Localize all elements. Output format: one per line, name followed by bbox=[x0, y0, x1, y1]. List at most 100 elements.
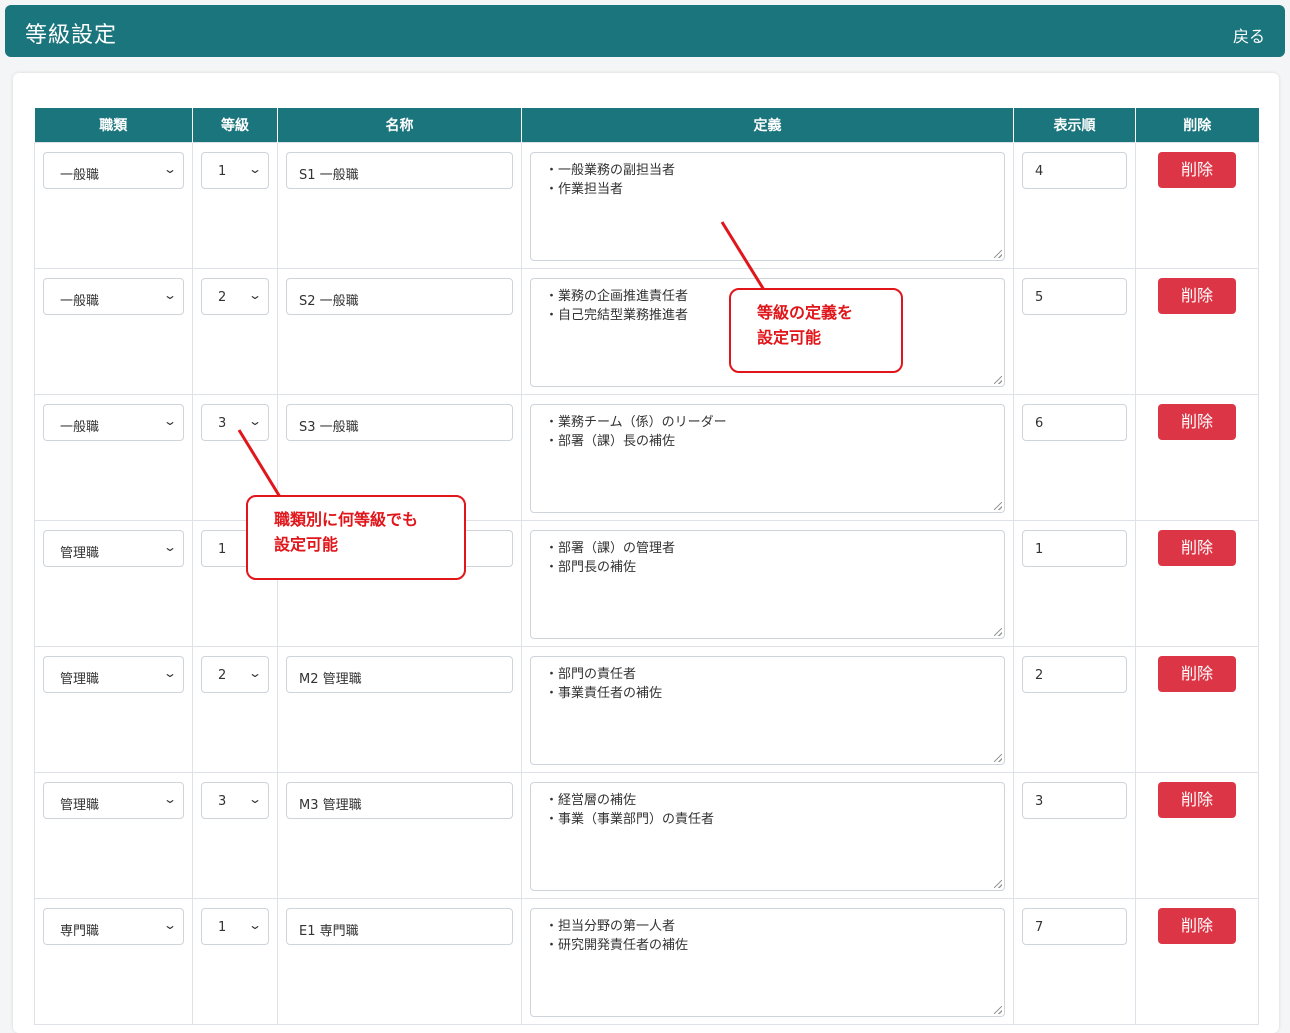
name-input[interactable]: S1 一般職 bbox=[286, 151, 513, 189]
chevron-down-icon: ⌄ bbox=[162, 539, 178, 554]
header-definition: 定義 bbox=[521, 108, 1014, 142]
grade-table: 職類 等級 名称 定義 表示順 削除 一般職 ⌄ 1 ⌄ S1 一般職 ・一般業務の… bbox=[34, 108, 1259, 1025]
delete-button[interactable]: 削除 bbox=[1158, 151, 1236, 188]
display-order-value: 6 bbox=[1035, 415, 1044, 431]
grades-callout: 職類別に何等級でも 設定可能 bbox=[246, 495, 466, 580]
delete-button[interactable]: 削除 bbox=[1158, 403, 1236, 440]
chevron-down-icon: ⌄ bbox=[162, 917, 178, 932]
name-input[interactable]: S3 一般職 bbox=[286, 403, 513, 441]
chevron-down-icon: ⌄ bbox=[247, 413, 263, 428]
definition-textarea[interactable]: ・担当分野の第一人者 ・研究開発責任者の補佐 bbox=[530, 907, 1005, 1017]
resize-handle-icon[interactable] bbox=[994, 1005, 1002, 1014]
category-select[interactable]: 一般職 ⌄ bbox=[43, 277, 184, 315]
resize-handle-icon[interactable] bbox=[994, 879, 1002, 888]
delete-button[interactable]: 削除 bbox=[1158, 529, 1236, 566]
grade-select[interactable]: 3 ⌄ bbox=[201, 781, 269, 819]
page-title: 等級設定 bbox=[25, 23, 118, 48]
header-delete: 削除 bbox=[1135, 108, 1259, 142]
delete-button[interactable]: 削除 bbox=[1158, 277, 1236, 314]
table-row: 管理職 ⌄ 3 ⌄ M3 管理職 ・経営層の補佐 ・事業（事業部門）の責任者 3 削除 bbox=[34, 771, 1259, 899]
category-select[interactable]: 専門職 ⌄ bbox=[43, 907, 184, 945]
category-value: 管理職 bbox=[60, 671, 100, 687]
chevron-down-icon: ⌄ bbox=[247, 161, 263, 176]
chevron-down-icon: ⌄ bbox=[247, 665, 263, 680]
chevron-down-icon: ⌄ bbox=[162, 665, 178, 680]
category-value: 一般職 bbox=[60, 167, 100, 183]
display-order-input[interactable]: 3 bbox=[1022, 781, 1127, 819]
grade-value: 1 bbox=[218, 919, 227, 935]
category-value: 専門職 bbox=[60, 923, 100, 939]
definition-callout: 等級の定義を 設定可能 bbox=[729, 288, 903, 373]
name-input[interactable]: M2 管理職 bbox=[286, 655, 513, 693]
grade-select[interactable]: 2 ⌄ bbox=[201, 655, 269, 693]
name-value: M2 管理職 bbox=[299, 671, 362, 687]
definition-textarea[interactable]: ・部門の責任者・事業責任者の補佐 bbox=[530, 655, 1005, 765]
resize-handle-icon[interactable] bbox=[994, 627, 1002, 636]
resize-handle-icon[interactable] bbox=[994, 753, 1002, 762]
back-link[interactable]: 戻る bbox=[1233, 23, 1265, 47]
definition-line: ・一般業務の副担当者 bbox=[545, 162, 676, 178]
header-grade: 等級 bbox=[192, 108, 278, 142]
definition-textarea[interactable]: ・経営層の補佐 ・事業（事業部門）の責任者 bbox=[530, 781, 1005, 891]
grade-select[interactable]: 2 ⌄ bbox=[201, 277, 269, 315]
grade-select[interactable]: 3 ⌄ bbox=[201, 403, 269, 441]
delete-button[interactable]: 削除 bbox=[1158, 781, 1236, 818]
category-select[interactable]: 管理職 ⌄ bbox=[43, 655, 184, 693]
resize-handle-icon[interactable] bbox=[994, 375, 1002, 384]
display-order-input[interactable]: 1 bbox=[1022, 529, 1127, 567]
chevron-down-icon: ⌄ bbox=[162, 791, 178, 806]
display-order-input[interactable]: 7 bbox=[1022, 907, 1127, 945]
chevron-down-icon: ⌄ bbox=[247, 287, 263, 302]
category-select[interactable]: 一般職 ⌄ bbox=[43, 151, 184, 189]
definition-textarea[interactable]: ・一般業務の副担当者 ・作業担当者 bbox=[530, 151, 1005, 261]
table-row: 一般職 ⌄ 2 ⌄ S2 一般職 ・業務の企画推進責任者 ・自己完結型業務推進者 5 … bbox=[34, 267, 1259, 395]
name-input[interactable]: S2 一般職 bbox=[286, 277, 513, 315]
definition-line: ・事業（事業部門）の責任者 bbox=[545, 811, 715, 827]
category-select[interactable]: 一般職 ⌄ bbox=[43, 403, 184, 441]
display-order-value: 2 bbox=[1035, 667, 1044, 683]
grade-select[interactable]: 1⌄ bbox=[201, 151, 269, 189]
grade-value: 1 bbox=[218, 163, 227, 179]
grade-select[interactable]: 1⌄ bbox=[201, 907, 269, 945]
grade-settings-card: 職類 等級 名称 定義 表示順 削除 一般職 ⌄ 1 ⌄ S1 一般職 ・一般業務の… bbox=[13, 73, 1279, 1033]
definition-line: ・部署（課）長の補佐 bbox=[545, 433, 676, 449]
table-row: 管理職 ⌄ 1 ⌄ ・部署（課）の管理者・部門長の補佐 1 削除 bbox=[34, 519, 1259, 647]
delete-button[interactable]: 削除 bbox=[1158, 907, 1236, 944]
definition-line: ・事業責任者の補佐 bbox=[545, 685, 663, 701]
grade-value: 1 bbox=[218, 541, 227, 557]
display-order-value: 4 bbox=[1035, 163, 1044, 179]
definition-line: ・作業担当者 bbox=[545, 181, 624, 197]
definition-textarea[interactable]: ・部署（課）の管理者 ・部門長の補佐 bbox=[530, 529, 1005, 639]
name-value: M3 管理職 bbox=[299, 797, 362, 813]
delete-button[interactable]: 削除 bbox=[1158, 655, 1236, 692]
grade-value: 3 bbox=[218, 793, 227, 809]
chevron-down-icon: ⌄ bbox=[162, 161, 178, 176]
resize-handle-icon[interactable] bbox=[994, 501, 1002, 510]
definition-textarea[interactable]: ・業務チーム（係）のリーダー ・部署（課）長の補佐 bbox=[530, 403, 1005, 513]
display-order-input[interactable]: 4 bbox=[1022, 151, 1127, 189]
category-value: 管理職 bbox=[60, 797, 100, 813]
name-input[interactable]: E1 専門職 bbox=[286, 907, 513, 945]
chevron-down-icon: ⌄ bbox=[162, 287, 178, 302]
definition-callout-line2: 設定可能 bbox=[757, 328, 822, 347]
header-name: 名称 bbox=[277, 108, 522, 142]
grades-callout-line1: 職類別に何等級でも bbox=[274, 510, 419, 529]
category-select[interactable]: 管理職 ⌄ bbox=[43, 781, 184, 819]
chevron-down-icon: ⌄ bbox=[247, 791, 263, 806]
category-select[interactable]: 管理職 ⌄ bbox=[43, 529, 184, 567]
display-order-input[interactable]: 5 bbox=[1022, 277, 1127, 315]
display-order-input[interactable]: 6 bbox=[1022, 403, 1127, 441]
name-value: E1 専門職 bbox=[299, 923, 359, 939]
chevron-down-icon: ⌄ bbox=[247, 917, 263, 932]
display-order-value: 5 bbox=[1035, 289, 1044, 305]
page-header: 等級設定 戻る bbox=[5, 5, 1285, 57]
resize-handle-icon[interactable] bbox=[994, 249, 1002, 258]
display-order-value: 7 bbox=[1035, 919, 1044, 935]
table-row: 一般職 ⌄ 3 ⌄ S3 一般職 ・業務チーム（係）のリーダー ・部署（課）長の補佐 … bbox=[34, 393, 1259, 521]
table-row: 一般職 ⌄ 1 ⌄ S1 一般職 ・一般業務の副担当者 ・作業担当者 4 削除 bbox=[34, 141, 1259, 269]
definition-line: ・部署（課）の管理者 bbox=[545, 540, 676, 556]
definition-line: ・部門の責任者 bbox=[545, 666, 637, 682]
name-input[interactable]: M3 管理職 bbox=[286, 781, 513, 819]
name-value: S3 一般職 bbox=[299, 419, 359, 435]
display-order-input[interactable]: 2 bbox=[1022, 655, 1127, 693]
